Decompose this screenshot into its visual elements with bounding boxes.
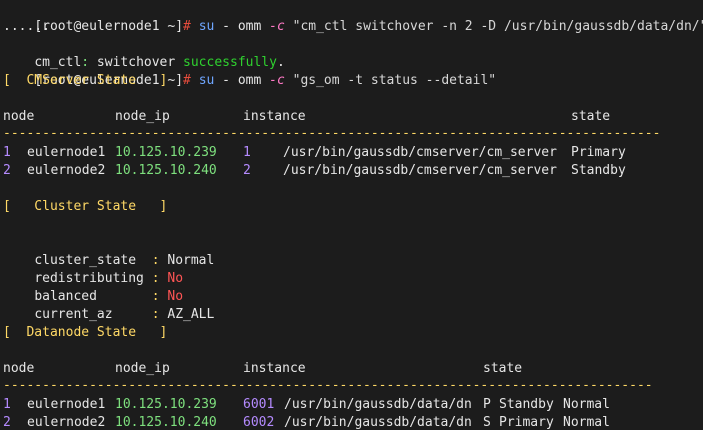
row-node: eulernode2: [27, 415, 106, 430]
output-dots: ......: [3, 19, 50, 34]
cluster-field-current-az: current_az : AZ_ALL: [3, 288, 214, 322]
header-instance: instance: [243, 361, 306, 376]
command-line-2: [root@eulernode1 ~]# su - omm -c "gs_om …: [3, 54, 496, 88]
cluster-field-balanced: balanced : No: [3, 270, 183, 304]
header-node-ip: node_ip: [115, 109, 170, 124]
row-node: eulernode1: [27, 397, 106, 412]
prompt-hash: #: [183, 19, 191, 34]
row-number: 1: [3, 145, 11, 160]
table-row: 1 eulernode1 10.125.10.239 6001 /usr/bin…: [3, 396, 693, 414]
row-instance-id: 6001: [243, 397, 275, 412]
row-instance-id: 2: [243, 163, 251, 178]
field-key: current_az: [34, 307, 152, 322]
cluster-section-title: [ Cluster State ]: [3, 199, 168, 214]
datanode-separator: ----------------------------------------…: [3, 378, 653, 393]
table-row: 2 eulernode2 10.125.10.240 6002 /usr/bin…: [3, 414, 693, 430]
row-ip: 10.125.10.239: [115, 397, 217, 412]
row-ip: 10.125.10.240: [115, 163, 217, 178]
header-instance: instance: [243, 109, 306, 124]
command-flag: -c: [269, 19, 285, 34]
prompt-hash: #: [183, 73, 191, 88]
command-argument: "cm_ctl switchover -n 2 -D /usr/bin/gaus…: [292, 19, 703, 34]
cmserver-section-title: [ CMServer State ]: [3, 73, 168, 88]
row-instance-id: 6002: [243, 415, 275, 430]
command-su: su: [198, 73, 215, 88]
cmserver-separator: ----------------------------------------…: [3, 126, 661, 141]
row-role: S: [483, 415, 491, 430]
prompt-user-host: [root@eulernode1 ~]: [34, 19, 184, 34]
cluster-field-cluster-state: cluster_state : Normal: [3, 234, 214, 268]
datanode-section-title: [ Datanode State ]: [3, 325, 168, 340]
command-user: omm: [237, 73, 262, 88]
row-path: /usr/bin/gaussdb/cmserver/cm_server: [283, 163, 557, 178]
cmserver-header-row: node node_ip instance state: [3, 108, 693, 126]
command-flag: -c: [269, 73, 285, 88]
row-state: Primary: [499, 415, 554, 430]
row-state: Standby: [571, 163, 626, 178]
row-ip: 10.125.10.240: [115, 415, 217, 430]
command-line-1: [root@eulernode1 ~]# su - omm -c "cm_ctl…: [3, 0, 703, 34]
table-row: 1 eulernode1 10.125.10.239 1 /usr/bin/ga…: [3, 144, 693, 162]
row-state: Primary: [571, 145, 626, 160]
switchover-output: cm_ctl: switchover successfully.: [3, 36, 284, 70]
table-row: 2 eulernode2 10.125.10.240 2 /usr/bin/ga…: [3, 162, 693, 180]
command-dash: -: [222, 19, 230, 34]
row-ip: 10.125.10.239: [115, 145, 217, 160]
field-value: AZ_ALL: [159, 307, 215, 322]
row-number: 2: [3, 415, 11, 430]
field-sep: :: [151, 307, 160, 322]
header-node: node: [3, 361, 35, 376]
row-state: Standby: [499, 397, 554, 412]
command-dash: -: [222, 73, 230, 88]
row-status: Normal: [563, 415, 610, 430]
row-status: Normal: [563, 397, 610, 412]
row-path: /usr/bin/gaussdb/cmserver/cm_server: [283, 145, 557, 160]
row-path: /usr/bin/gaussdb/data/dn: [284, 415, 472, 430]
row-node: eulernode1: [27, 145, 106, 160]
header-state: state: [483, 361, 523, 376]
row-path: /usr/bin/gaussdb/data/dn: [284, 397, 472, 412]
row-instance-id: 1: [243, 145, 251, 160]
row-number: 1: [3, 397, 11, 412]
row-role: P: [483, 397, 491, 412]
header-node: node: [3, 109, 35, 124]
header-node-ip: node_ip: [115, 361, 170, 376]
command-su: su: [198, 19, 215, 34]
row-number: 2: [3, 163, 11, 178]
cluster-field-redistributing: redistributing : No: [3, 252, 183, 286]
datanode-header-row: node node_ip instance state: [3, 360, 693, 378]
row-node: eulernode2: [27, 163, 106, 178]
command-user: omm: [237, 19, 262, 34]
header-state: state: [571, 109, 611, 124]
command-argument: "gs_om -t status --detail": [292, 73, 497, 88]
terminal-window[interactable]: [root@eulernode1 ~]# su - omm -c "cm_ctl…: [0, 0, 703, 430]
